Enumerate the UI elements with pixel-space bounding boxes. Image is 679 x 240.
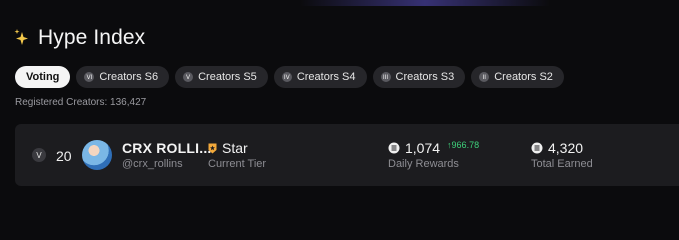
tab-voting[interactable]: Voting: [15, 66, 71, 88]
daily-rewards-label: Daily Rewards: [388, 158, 459, 170]
tab-label: Creators S6: [99, 71, 159, 83]
tab-label: Creators S3: [395, 71, 455, 83]
season-icon: VI: [84, 72, 95, 82]
season-icon: IV: [281, 72, 292, 82]
creator-name[interactable]: CRX ROLLI...: [122, 140, 212, 156]
coin-icon: [388, 142, 400, 154]
tier-value: Star: [222, 140, 248, 156]
tier-label: Current Tier: [208, 158, 267, 170]
season-icon: II: [479, 72, 490, 82]
coin-icon: [531, 142, 543, 154]
total-earned-label: Total Earned: [531, 158, 593, 170]
daily-rewards-value: 1,074: [405, 140, 441, 156]
creator-row[interactable]: V 20 CRX ROLLI... @crx_rollins Star Curr…: [15, 124, 679, 186]
tab-label: Creators S2: [494, 71, 553, 83]
season-icon: V: [183, 72, 194, 82]
tab-creators-s6[interactable]: VI Creators S6: [76, 66, 170, 88]
sparkle-icon: [14, 29, 28, 45]
page-title: Hype Index: [38, 26, 146, 49]
total-earned-group: 4,320: [531, 140, 583, 156]
daily-rewards-group: 1,074 ↑966.78: [388, 140, 479, 156]
tier-value-group: Star: [208, 140, 248, 156]
avatar[interactable]: [82, 140, 112, 170]
total-earned-value: 4,320: [548, 140, 584, 156]
tab-label: Voting: [26, 71, 60, 83]
tab-label: Creators S5: [198, 71, 257, 83]
tab-label: Creators S4: [296, 71, 356, 83]
tab-creators-s2[interactable]: II Creators S2: [471, 66, 564, 88]
season-icon: III: [380, 72, 391, 82]
season-tabs: Voting VI Creators S6 V Creators S5 IV C…: [15, 66, 564, 88]
registered-creators-count: Registered Creators: 136,427: [15, 97, 147, 108]
tab-creators-s4[interactable]: IV Creators S4: [273, 66, 367, 88]
tier-badge-icon: [208, 143, 217, 153]
top-glow: [300, 0, 550, 6]
tab-creators-s3[interactable]: III Creators S3: [372, 66, 466, 88]
creator-handle[interactable]: @crx_rollins: [122, 158, 183, 170]
season-badge-icon: V: [32, 148, 46, 162]
page-header: Hype Index: [14, 26, 145, 50]
tab-creators-s5[interactable]: V Creators S5: [175, 66, 268, 88]
creator-rank: 20: [56, 148, 72, 164]
daily-rewards-change: ↑966.78: [447, 140, 480, 150]
